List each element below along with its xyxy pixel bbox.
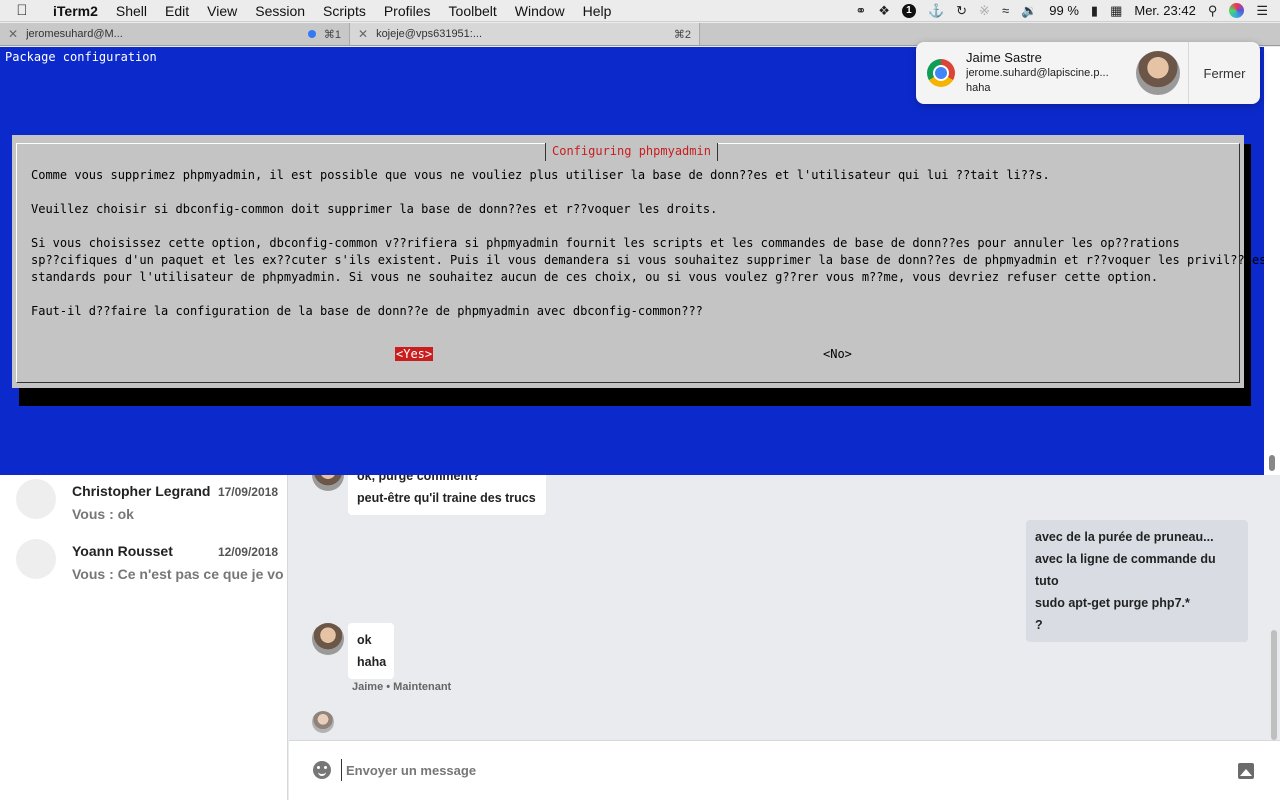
tab-shortcut: ⌘2 [673, 28, 691, 41]
bluetooth-icon[interactable]: ※ [979, 3, 990, 19]
message-bubble: ok haha [348, 623, 394, 679]
tab-session-1[interactable]: ✕ jeromesuhard@M... ⌘1 [0, 23, 350, 45]
contact-avatar [312, 623, 344, 655]
dialog-question: Faut-il d??faire la configuration de la … [31, 304, 703, 318]
menu-view[interactable]: View [198, 3, 246, 19]
chrome-notification[interactable]: Jaime Sastre jerome.suhard@lapiscine.p..… [916, 42, 1260, 104]
contact-avatar [312, 475, 344, 491]
menu-session[interactable]: Session [246, 3, 314, 19]
notification-email: jerome.suhard@lapiscine.p... [966, 67, 1109, 79]
conversation-item[interactable]: Yoann Rousset 12/09/2018 Vous : Ce n'est… [0, 535, 288, 595]
input-source-icon[interactable]: ▦ [1110, 3, 1122, 19]
message-bubble: ok, purge comment? peut-être qu'il train… [348, 475, 546, 515]
message-composer [289, 740, 1280, 800]
wifi-icon[interactable]: ≈ [1002, 3, 1009, 18]
dialog-text-line: sp??cifiques d'un paquet et les ex??cute… [31, 253, 1267, 267]
notification-icon-wrap [916, 42, 966, 104]
notification-close-button[interactable]: Fermer [1188, 42, 1260, 104]
tab-title: kojeje@vps631951:... [376, 28, 483, 40]
dropbox-icon[interactable]: ❖ [878, 3, 890, 19]
tab-title: jeromesuhard@M... [26, 28, 123, 40]
siri-icon[interactable] [1229, 3, 1245, 18]
menu-edit[interactable]: Edit [156, 3, 198, 19]
emoji-icon[interactable] [313, 761, 331, 779]
yes-button[interactable]: <Yes> [395, 347, 434, 361]
menu-help[interactable]: Help [574, 3, 621, 19]
dialog-caption: Configuring phpmyadmin [545, 143, 718, 161]
menu-app-name[interactable]: iTerm2 [44, 3, 107, 19]
seen-avatar [312, 711, 334, 733]
conversation-date: 17/09/2018 [217, 485, 278, 499]
dialog-text-line: Comme vous supprimez phpmyadmin, il est … [31, 168, 1050, 182]
sender-avatar [1136, 51, 1180, 95]
no-button[interactable]: <No> [823, 347, 852, 361]
tab-shortcut: ⌘1 [323, 28, 341, 41]
debconf-dialog: Configuring phpmyadmin Comme vous suppri… [12, 135, 1266, 388]
message-line: haha [357, 655, 387, 669]
conversation-name: Christopher Legrand [72, 483, 211, 499]
chat-scrollbar[interactable] [1271, 630, 1277, 740]
chat-thread[interactable]: ok, purge comment? peut-être qu'il train… [289, 475, 1280, 740]
activity-indicator-icon [307, 30, 316, 38]
scrollbar-thumb[interactable] [1269, 455, 1275, 471]
terminal-pane[interactable]: Package configuration Configuring phpmya… [0, 47, 1266, 475]
message-line: avec la ligne de commande du tuto [1035, 552, 1216, 588]
message-meta: Jaime • Maintenant [352, 681, 452, 693]
conversation-date: 12/09/2018 [217, 545, 278, 559]
menu-scripts[interactable]: Scripts [314, 3, 375, 19]
conversation-item[interactable]: Christopher Legrand 17/09/2018 Vous : ok [0, 475, 288, 535]
battery-icon[interactable]: ▮ [1091, 3, 1098, 19]
tab-session-2[interactable]: ✕ kojeje@vps631951:... ⌘2 [350, 23, 700, 45]
notification-count-icon[interactable]: 1 [901, 3, 916, 18]
conversation-list: Christopher Legrand 17/09/2018 Vous : ok… [0, 475, 288, 800]
menu-shell[interactable]: Shell [107, 3, 156, 19]
close-tab-icon[interactable]: ✕ [8, 27, 18, 41]
notification-body[interactable]: Jaime Sastre jerome.suhard@lapiscine.p..… [966, 42, 1136, 104]
avatar [16, 539, 56, 579]
message-line: ok, purge comment? [357, 475, 480, 483]
conversation-preview: Vous : ok [72, 506, 134, 522]
chrome-icon [927, 59, 955, 87]
message-line: sudo apt-get purge php7.* [1035, 596, 1190, 610]
time-machine-icon[interactable]: ↻ [956, 3, 967, 19]
message-line: ? [1035, 618, 1043, 632]
dialog-text-line: Si vous choisissez cette option, dbconfi… [31, 236, 1180, 250]
volume-icon[interactable]: 🔉 [1021, 3, 1037, 19]
status-area: ⚭ ❖ 1 ⚓ ↻ ※ ≈ 🔉 99 % ▮ ▦ Mer. 23:42 ⚲ ☰ [855, 3, 1280, 19]
menu-window[interactable]: Window [506, 3, 574, 19]
message-input[interactable] [341, 759, 941, 781]
menubar:  iTerm2 Shell Edit View Session Scripts… [0, 0, 1280, 22]
notification-sender: Jaime Sastre [966, 50, 1042, 65]
docker-icon[interactable]: ⚓ [928, 3, 944, 19]
dialog-text-line: standards pour l'utilisateur de phpmyadm… [31, 270, 1159, 284]
battery-percent[interactable]: 99 % [1049, 3, 1079, 18]
terminal-scrollbar[interactable] [1264, 47, 1280, 475]
conversation-preview: Vous : Ce n'est pas ce que je voul [72, 566, 284, 582]
menu-toolbelt[interactable]: Toolbelt [440, 3, 506, 19]
avatar [16, 479, 56, 519]
message-line: peut-être qu'il traine des trucs [357, 491, 536, 505]
dialog-text-line: Veuillez choisir si dbconfig-common doit… [31, 202, 718, 216]
notification-center-icon[interactable]: ☰ [1256, 3, 1268, 19]
dialog-frame: Configuring phpmyadmin Comme vous suppri… [16, 143, 1266, 383]
message-line: avec de la purée de pruneau... [1035, 530, 1214, 544]
clock[interactable]: Mer. 23:42 [1134, 3, 1195, 18]
apple-menu-icon[interactable]:  [0, 2, 44, 19]
close-tab-icon[interactable]: ✕ [358, 27, 368, 41]
my-message-bubble: avec de la purée de pruneau... avec la l… [1026, 520, 1248, 642]
spotlight-search-icon[interactable]: ⚲ [1208, 3, 1218, 19]
image-upload-icon[interactable] [1238, 763, 1254, 779]
terminal-title: Package configuration [5, 50, 157, 64]
creative-cloud-icon[interactable]: ⚭ [855, 3, 866, 19]
notification-message: haha [966, 82, 991, 94]
message-line: ok [357, 633, 372, 647]
menu-profiles[interactable]: Profiles [375, 3, 440, 19]
conversation-name: Yoann Rousset [72, 543, 173, 559]
